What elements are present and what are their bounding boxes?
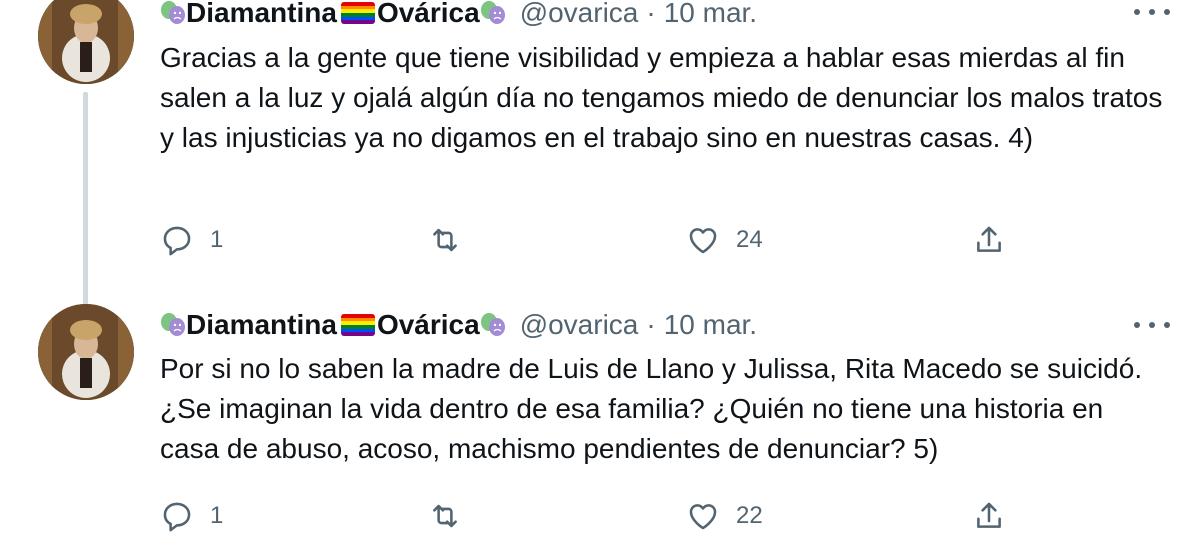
display-name-first: Diamantina [186,0,337,28]
comedy-tragedy-masks-icon [480,313,505,336]
share-button[interactable] [972,496,1006,536]
retweet-icon [433,228,457,252]
share-icon [977,226,1001,252]
handle[interactable]: @ovarica [520,309,639,341]
retweet-button[interactable] [428,220,478,260]
retweet-icon [433,504,457,528]
reply-button[interactable]: 1 [160,220,223,260]
tweet-text: Gracias a la gente que tiene visibilidad… [160,42,1171,153]
reply-count: 1 [210,502,224,529]
like-icon [689,504,717,530]
comedy-tragedy-masks-icon [161,313,185,336]
more-icon[interactable] [1134,313,1170,337]
retweet-button[interactable] [428,496,478,536]
tweet-actions: 1 24 [160,220,1020,260]
like-count: 22 [736,502,763,529]
display-name-first: Diamantina [186,309,337,340]
display-name-second: Ovárica [376,0,480,28]
tweet-actions: 1 22 [160,496,1020,536]
rainbow-flag-icon [340,2,375,24]
avatar[interactable] [38,0,134,84]
separator: · [646,309,656,340]
tweet-header: Diamantina Ovárica @ovarica · 10 mar. [160,0,757,30]
reply-button[interactable]: 1 [160,496,223,536]
timestamp[interactable]: 10 mar. [664,0,757,29]
comedy-tragedy-masks-icon [480,1,505,24]
more-icon[interactable] [1134,0,1170,24]
comedy-tragedy-masks-icon [161,1,185,24]
separator: · [646,0,656,28]
tweet-text: Por si no lo saben la madre de Luis de L… [160,353,1150,464]
display-name[interactable]: Diamantina Ovárica [160,309,506,341]
avatar[interactable] [38,304,134,400]
display-name-second: Ovárica [376,309,480,340]
timestamp[interactable]: 10 mar. [664,309,757,341]
reply-count: 1 [210,226,224,253]
reply-icon [163,226,191,256]
tweet-header: Diamantina Ovárica @ovarica · 10 mar. [160,308,757,342]
thread-line [83,92,88,314]
display-name[interactable]: Diamantina Ovárica [160,0,506,29]
like-button[interactable]: 24 [686,220,763,260]
reply-icon [163,502,191,532]
share-button[interactable] [972,220,1006,260]
like-button[interactable]: 22 [686,496,763,536]
handle[interactable]: @ovarica [520,0,639,29]
rainbow-flag-icon [340,314,375,336]
share-icon [977,502,1001,528]
like-count: 24 [736,226,763,253]
like-icon [689,228,717,254]
